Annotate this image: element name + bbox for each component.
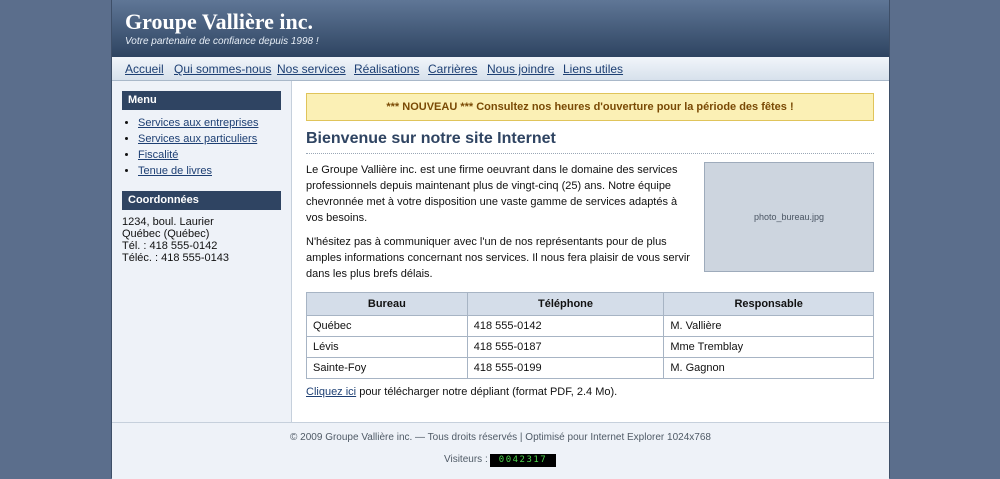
copyright-notice: © 2009 Groupe Vallière inc. — Tous droit… xyxy=(290,432,711,443)
brochure-download-link[interactable]: Cliquez ici xyxy=(306,386,356,398)
table-header-row: Bureau Téléphone Responsable xyxy=(306,292,874,316)
cell-telephone: 418 555-0142 xyxy=(466,315,665,337)
office-photo-placeholder: photo_bureau.jpg xyxy=(704,162,874,272)
brochure-download: Cliquez ici pour télécharger notre dépli… xyxy=(306,386,617,398)
address-street: 1234, boul. Laurier xyxy=(122,216,214,228)
sidebar-link-particuliers[interactable]: Services aux particuliers xyxy=(138,133,257,145)
column-header-telephone: Téléphone xyxy=(466,292,665,316)
address-fax: Téléc. : 418 555-0143 xyxy=(122,252,230,264)
cell-responsable: M. Gagnon xyxy=(663,357,874,379)
page-container: Groupe Vallière inc. Votre partenaire de… xyxy=(111,0,890,479)
cell-bureau: Québec xyxy=(306,315,468,337)
contact-paragraph: N'hésitez pas à communiquer avec l'un de… xyxy=(306,236,690,280)
visitor-counter: 0042317 xyxy=(490,454,556,467)
offices-table: Bureau Téléphone Responsable Québec 418 … xyxy=(306,292,874,379)
nav-link-carrieres[interactable]: Carrières xyxy=(428,62,477,76)
cell-telephone: 418 555-0199 xyxy=(466,357,665,379)
sidebar-item-fiscalite: Fiscalité xyxy=(138,147,258,163)
brochure-download-text: pour télécharger notre dépliant (format … xyxy=(356,386,618,398)
sidebar-link-fiscalite[interactable]: Fiscalité xyxy=(138,149,178,161)
nav-link-liens-utiles[interactable]: Liens utiles xyxy=(563,62,623,76)
address-city: Québec (Québec) xyxy=(122,228,210,240)
nav-link-qui-sommes-nous[interactable]: Qui sommes-nous xyxy=(174,62,271,76)
visitors-label: Visiteurs : xyxy=(444,454,488,465)
nav-link-nous-joindre[interactable]: Nous joindre xyxy=(487,62,554,76)
site-title: Groupe Vallière inc. xyxy=(125,9,314,34)
column-header-responsable: Responsable xyxy=(663,292,874,316)
intro-paragraph: Le Groupe Vallière inc. est une firme oe… xyxy=(306,164,678,224)
cell-responsable: M. Vallière xyxy=(663,315,874,337)
main-content: *** NOUVEAU *** Consultez nos heures d'o… xyxy=(306,81,874,422)
nav-link-nos-services[interactable]: Nos services xyxy=(277,62,346,76)
nav-link-accueil[interactable]: Accueil xyxy=(125,62,164,76)
cell-bureau: Lévis xyxy=(306,336,468,358)
cell-bureau: Sainte-Foy xyxy=(306,357,468,379)
cell-telephone: 418 555-0187 xyxy=(466,336,665,358)
table-row: Lévis 418 555-0187 Mme Tremblay xyxy=(306,336,874,358)
contact-heading: Coordonnées xyxy=(122,191,281,210)
sidebar-link-entreprises[interactable]: Services aux entreprises xyxy=(138,117,258,129)
nav-link-realisations[interactable]: Réalisations xyxy=(354,62,419,76)
main-navigation: Accueil Qui sommes-nous Nos services Réa… xyxy=(112,57,889,81)
table-row: Sainte-Foy 418 555-0199 M. Gagnon xyxy=(306,357,874,379)
sidebar: Menu Services aux entreprises Services a… xyxy=(112,81,292,422)
menu-heading: Menu xyxy=(122,91,281,110)
site-tagline: Votre partenaire de confiance depuis 199… xyxy=(125,36,319,47)
column-header-bureau: Bureau xyxy=(306,292,468,316)
sidebar-item-particuliers: Services aux particuliers xyxy=(138,131,258,147)
sidebar-item-tenue-de-livres: Tenue de livres xyxy=(138,163,258,179)
sidebar-item-entreprises: Services aux entreprises xyxy=(138,115,258,131)
photo-filename: photo_bureau.jpg xyxy=(753,212,825,222)
table-row: Québec 418 555-0142 M. Vallière xyxy=(306,315,874,337)
announcement-banner: *** NOUVEAU *** Consultez nos heures d'o… xyxy=(306,93,874,121)
page-heading: Bienvenue sur notre site Internet xyxy=(306,130,874,154)
contact-address: 1234, boul. Laurier Québec (Québec) Tél.… xyxy=(122,216,229,264)
sidebar-link-tenue-de-livres[interactable]: Tenue de livres xyxy=(138,165,212,177)
site-header: Groupe Vallière inc. Votre partenaire de… xyxy=(112,0,889,57)
site-footer: © 2009 Groupe Vallière inc. — Tous droit… xyxy=(112,422,889,479)
sidebar-menu: Services aux entreprises Services aux pa… xyxy=(122,115,258,179)
cell-responsable: Mme Tremblay xyxy=(663,336,874,358)
address-phone: Tél. : 418 555-0142 xyxy=(122,240,218,252)
